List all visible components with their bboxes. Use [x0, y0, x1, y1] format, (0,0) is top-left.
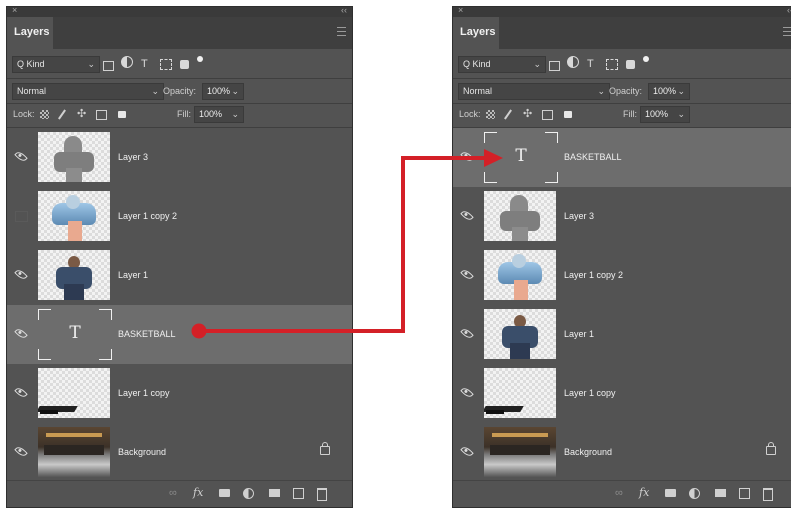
arrow-head — [484, 149, 503, 167]
move-layer-arrow — [191, 149, 503, 339]
arrow-path — [199, 156, 487, 333]
